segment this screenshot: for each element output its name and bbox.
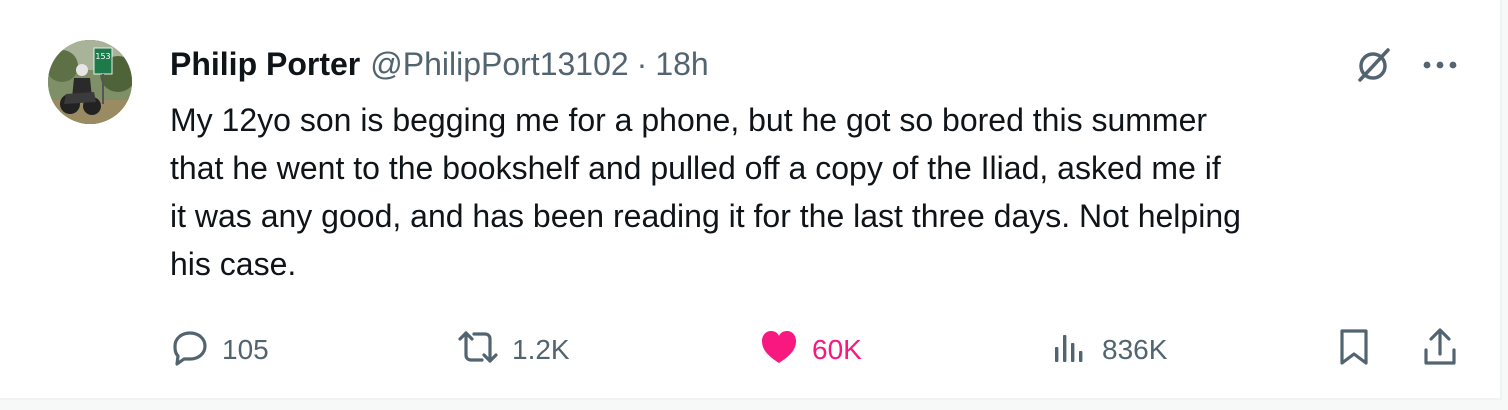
avatar-sign-text: 153 (95, 52, 110, 61)
post-text: My 12yo son is begging me for a phone, b… (170, 102, 1241, 282)
separator-dot: · (636, 46, 648, 82)
repost-button[interactable]: 1.2K (456, 328, 570, 372)
more-icon[interactable] (1420, 45, 1460, 85)
share-icon (1420, 326, 1460, 375)
bookmark-button[interactable] (1334, 328, 1374, 372)
reply-icon (170, 327, 210, 374)
grok-icon[interactable] (1352, 44, 1394, 86)
views-chart-icon (1050, 327, 1090, 374)
repost-count: 1.2K (512, 334, 570, 365)
avatar-photo: 153 (48, 40, 132, 124)
post-card[interactable]: 153 Philip Porter @PhilipPort13102 · 18h (0, 0, 1502, 400)
like-button[interactable]: 60K (758, 328, 862, 372)
bookmark-icon (1334, 326, 1374, 375)
like-count: 60K (812, 334, 862, 365)
author-handle[interactable]: @PhilipPort13102 (370, 42, 628, 86)
avatar[interactable]: 153 (48, 40, 132, 124)
heart-icon (758, 327, 800, 374)
post-top-actions (1352, 44, 1460, 86)
reply-button[interactable]: 105 (170, 328, 269, 372)
post-header: Philip Porter @PhilipPort13102 · 18h (170, 42, 709, 86)
author-name[interactable]: Philip Porter (170, 42, 360, 86)
views-count: 836K (1102, 334, 1168, 365)
reply-count: 105 (222, 334, 269, 365)
post-actions: 105 1.2K 60K 836K (170, 326, 1460, 375)
repost-icon (456, 327, 500, 374)
timestamp[interactable]: 18h (655, 42, 708, 86)
views-button[interactable]: 836K (1050, 328, 1167, 372)
share-button[interactable] (1420, 326, 1460, 375)
